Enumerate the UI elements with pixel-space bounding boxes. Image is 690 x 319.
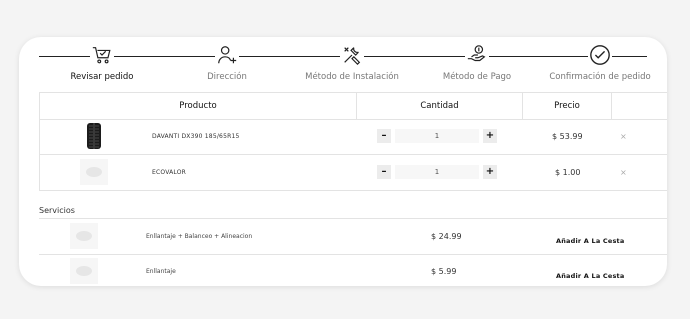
service-row: Enllantaje + Balanceo + Alineacion $ 24.… [39, 218, 667, 255]
placeholder-image [69, 222, 99, 250]
tire-image [79, 122, 109, 150]
service-name: Enllantaje + Balanceo + Alineacion [146, 233, 253, 240]
service-name: Enllantaje [146, 268, 176, 275]
cart-table-header: Producto Cantidad Precio [39, 92, 667, 120]
hand-coin-icon [465, 43, 489, 67]
item-price: $ 53.99 [552, 132, 583, 141]
tools-icon [340, 43, 364, 67]
checkout-card: Revisar pedido Dirección Método de Insta… [19, 37, 667, 286]
header-price: Precio [554, 101, 580, 111]
remove-item-button[interactable]: × [620, 155, 627, 190]
remove-item-button[interactable]: × [620, 119, 627, 154]
item-price: $ 1.00 [555, 168, 581, 177]
service-row: Enllantaje $ 5.99 Añadir A La Cesta [39, 254, 667, 286]
add-to-cart-button[interactable]: Añadir A La Cesta [556, 223, 624, 258]
services-title: Servicios [39, 206, 75, 215]
product-name: DAVANTI DX390 185/65R15 [152, 133, 240, 140]
service-price: $ 24.99 [431, 232, 462, 241]
quantity-input[interactable]: 1 [395, 129, 479, 143]
placeholder-image [69, 257, 99, 285]
checkout-stepper: Revisar pedido Dirección Método de Insta… [19, 37, 667, 89]
quantity-stepper: – 1 + [377, 165, 497, 179]
increase-quantity-button[interactable]: + [483, 165, 497, 179]
service-price: $ 5.99 [431, 267, 457, 276]
check-circle-icon [588, 43, 612, 67]
add-to-cart-button[interactable]: Añadir A La Cesta [556, 258, 624, 286]
decrease-quantity-button[interactable]: – [377, 129, 391, 143]
placeholder-image [79, 158, 109, 186]
header-quantity: Cantidad [420, 101, 459, 111]
cart-item-row: DAVANTI DX390 185/65R15 – 1 + $ 53.99 × [39, 119, 667, 155]
product-name: ECOVALOR [152, 169, 187, 176]
cart-check-icon [90, 43, 114, 67]
user-add-icon [215, 43, 239, 67]
step-label: Confirmación de pedido [549, 72, 651, 82]
increase-quantity-button[interactable]: + [483, 129, 497, 143]
quantity-stepper: – 1 + [377, 129, 497, 143]
decrease-quantity-button[interactable]: – [377, 165, 391, 179]
quantity-input[interactable]: 1 [395, 165, 479, 179]
cart-item-row: ECOVALOR – 1 + $ 1.00 × [39, 155, 667, 191]
header-product: Producto [179, 101, 217, 111]
